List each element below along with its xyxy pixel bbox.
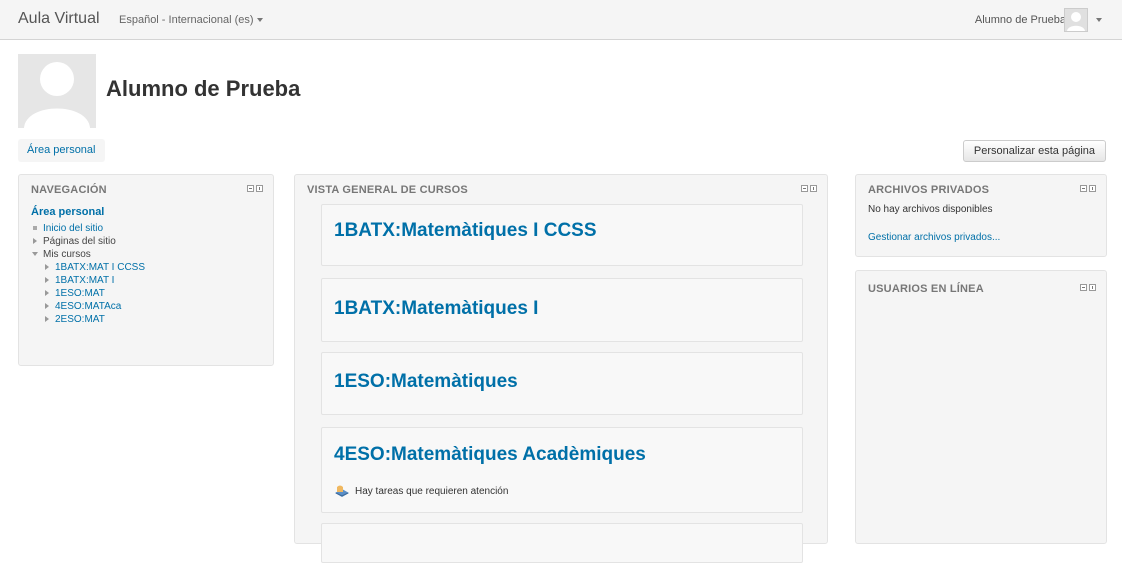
course-card xyxy=(321,523,803,563)
nav-course-item[interactable]: 1BATX:MAT I xyxy=(31,274,145,287)
expand-arrow-icon[interactable] xyxy=(45,290,49,297)
dock-icon[interactable] xyxy=(256,185,263,192)
assignment-alert-text[interactable]: Hay tareas que requieren atención xyxy=(355,486,508,497)
expand-arrow-icon[interactable] xyxy=(45,303,49,310)
nav-item[interactable]: Mis cursos xyxy=(31,248,145,261)
nav-item-label[interactable]: Inicio del sitio xyxy=(43,223,103,234)
top-navbar: Aula Virtual Español - Internacional (es… xyxy=(0,0,1122,40)
course-title-link[interactable]: 1BATX:Matemàtiques I CCSS xyxy=(334,220,597,242)
assignment-icon xyxy=(335,485,349,497)
navigation-tree: Inicio del sitio Páginas del sitio Mis c… xyxy=(31,222,145,326)
avatar-placeholder-icon xyxy=(24,62,90,128)
course-title-link[interactable]: 4ESO:Matemàtiques Acadèmiques xyxy=(334,444,646,466)
online-users-title: USUARIOS EN LÍNEA xyxy=(868,283,984,295)
nav-course-label[interactable]: 1BATX:MAT I xyxy=(55,275,114,286)
expand-arrow-icon[interactable] xyxy=(45,277,49,284)
expand-arrow-icon[interactable] xyxy=(45,316,49,323)
navigation-block: NAVEGACIÓN Área personal Inicio del siti… xyxy=(18,174,274,366)
nav-course-label[interactable]: 4ESO:MATAca xyxy=(55,301,121,312)
chevron-down-icon xyxy=(256,18,263,23)
minimize-icon[interactable] xyxy=(1080,284,1087,291)
bullet-icon xyxy=(33,225,37,230)
nav-course-label[interactable]: 2ESO:MAT xyxy=(55,314,105,325)
user-name[interactable]: Alumno de Prueba xyxy=(975,14,1066,26)
dock-icon[interactable] xyxy=(810,185,817,192)
language-menu[interactable]: Español - Internacional (es) xyxy=(119,14,263,26)
avatar-placeholder-icon xyxy=(1067,12,1085,31)
course-overview-title: VISTA GENERAL DE CURSOS xyxy=(307,184,468,196)
nav-course-item[interactable]: 1BATX:MAT I CCSS xyxy=(31,261,145,274)
dock-icon[interactable] xyxy=(1089,185,1096,192)
block-controls xyxy=(801,185,817,192)
private-files-title: ARCHIVOS PRIVADOS xyxy=(868,184,990,196)
collapse-arrow-icon[interactable] xyxy=(32,252,38,257)
assignment-alert[interactable]: Hay tareas que requieren atención xyxy=(334,484,508,498)
course-card: 4ESO:Matemàtiques Acadèmiques Hay tareas… xyxy=(321,427,803,513)
course-title-link[interactable]: 1ESO:Matemàtiques xyxy=(334,371,518,393)
nav-item-label[interactable]: Páginas del sitio xyxy=(43,236,116,247)
course-overview-block: VISTA GENERAL DE CURSOS 1BATX:Matemàtiqu… xyxy=(294,174,828,563)
nav-item[interactable]: Inicio del sitio xyxy=(31,222,145,235)
site-brand[interactable]: Aula Virtual xyxy=(18,10,100,28)
nav-course-label[interactable]: 1ESO:MAT xyxy=(55,288,105,299)
nav-dashboard-link[interactable]: Área personal xyxy=(31,206,104,218)
course-card: 1BATX:Matemàtiques I CCSS xyxy=(321,204,803,266)
nav-course-item[interactable]: 2ESO:MAT xyxy=(31,313,145,326)
nav-course-label[interactable]: 1BATX:MAT I CCSS xyxy=(55,262,145,273)
online-users-block: USUARIOS EN LÍNEA xyxy=(855,270,1107,544)
minimize-icon[interactable] xyxy=(1080,185,1087,192)
block-controls xyxy=(247,185,263,192)
course-card: 1ESO:Matemàtiques xyxy=(321,352,803,415)
expand-arrow-icon[interactable] xyxy=(45,264,49,271)
nav-item[interactable]: Páginas del sitio xyxy=(31,235,145,248)
private-files-block: ARCHIVOS PRIVADOS No hay archivos dispon… xyxy=(855,174,1107,257)
nav-course-item[interactable]: 4ESO:MATAca xyxy=(31,300,145,313)
minimize-icon[interactable] xyxy=(801,185,808,192)
no-files-text: No hay archivos disponibles xyxy=(868,204,993,215)
language-label: Español - Internacional (es) xyxy=(119,14,254,26)
nav-course-item[interactable]: 1ESO:MAT xyxy=(31,287,145,300)
block-controls xyxy=(1080,185,1096,192)
navigation-block-title: NAVEGACIÓN xyxy=(31,184,107,196)
customize-page-button[interactable]: Personalizar esta página xyxy=(962,140,1106,162)
breadcrumb-dashboard[interactable]: Área personal xyxy=(18,139,105,162)
manage-private-files-link[interactable]: Gestionar archivos privados... xyxy=(868,232,1000,243)
chevron-down-icon[interactable] xyxy=(1096,18,1102,22)
profile-avatar xyxy=(18,54,96,128)
dock-icon[interactable] xyxy=(1089,284,1096,291)
user-avatar[interactable] xyxy=(1064,8,1088,32)
nav-item-label[interactable]: Mis cursos xyxy=(43,249,91,260)
page-title: Alumno de Prueba xyxy=(106,76,301,101)
expand-arrow-icon[interactable] xyxy=(33,238,37,245)
block-controls xyxy=(1080,284,1096,291)
course-card: 1BATX:Matemàtiques I xyxy=(321,278,803,342)
minimize-icon[interactable] xyxy=(247,185,254,192)
course-title-link[interactable]: 1BATX:Matemàtiques I xyxy=(334,298,538,320)
